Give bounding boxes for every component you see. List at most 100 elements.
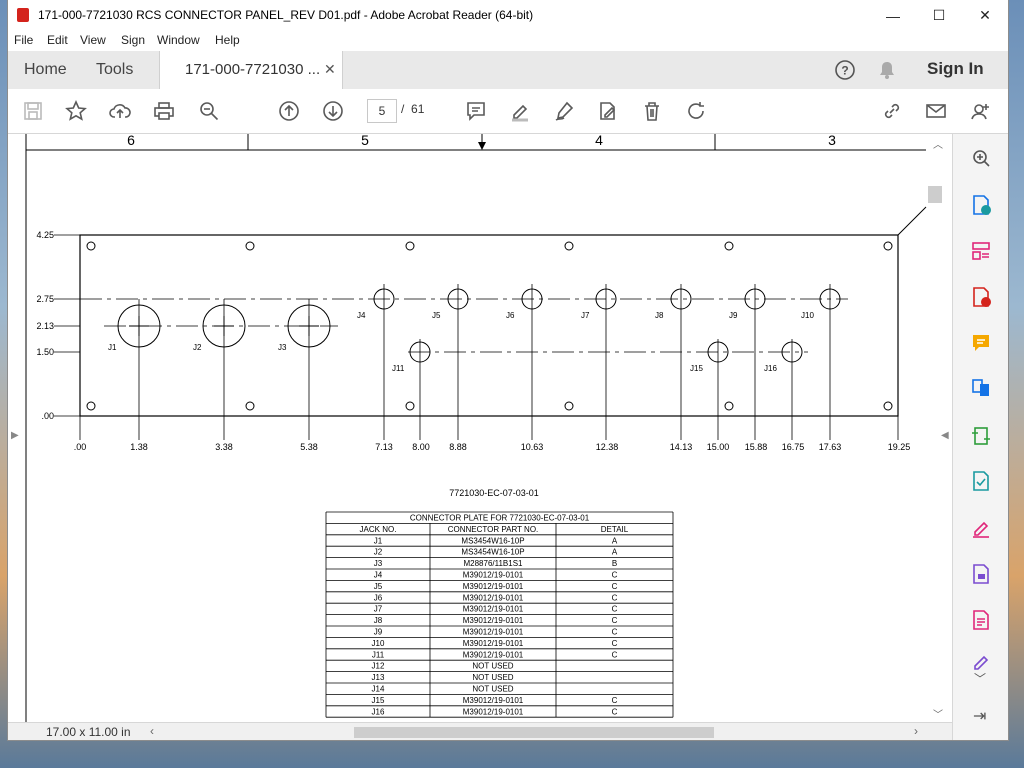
table-cell: M39012/19-0101 [463, 593, 524, 602]
document-view[interactable]: 6 5 4 3 4.25 2.75 2.13 1.50 .00 J1 J2 J3… [8, 134, 952, 722]
status-bar: 17.00 x 11.00 in ‹ › [8, 722, 952, 740]
add-user-icon[interactable] [966, 97, 994, 125]
minimize-button[interactable]: — [870, 0, 916, 31]
fill-sign-icon[interactable] [969, 516, 993, 540]
table-header: CONNECTOR PART NO. [448, 525, 539, 534]
menu-file[interactable]: File [14, 33, 33, 47]
collapse-pane-icon[interactable]: ◀ [941, 430, 949, 441]
tools-pane: ◀ ﹀ ⇥ [941, 134, 1008, 740]
rotate-icon[interactable] [682, 97, 710, 125]
mounting-holes [86, 241, 893, 411]
tab-bar: Home Tools 171-000-7721030 ... ✕ ? Sign … [8, 51, 1008, 90]
prepare-form-icon[interactable] [969, 608, 993, 632]
collapse-right-pane-icon[interactable]: ⇥ [973, 706, 986, 726]
zoom-search-icon[interactable] [195, 97, 223, 125]
x-dimension: 8.88 [449, 442, 467, 452]
table-cell: J5 [374, 582, 383, 591]
title-bar: 171-000-7721030 RCS CONNECTOR PANEL_REV … [8, 0, 1008, 31]
x-dimension: 14.13 [670, 442, 693, 452]
page-number-input[interactable]: 5 [367, 99, 397, 123]
x-dimension: 12.38 [596, 442, 619, 452]
previous-page-icon[interactable] [275, 97, 303, 125]
jack-label: J10 [801, 311, 814, 320]
notifications-bell-icon[interactable] [876, 59, 898, 81]
cloud-upload-icon[interactable] [106, 97, 134, 125]
scroll-left-arrow[interactable]: ‹ [150, 724, 154, 738]
y-dimension: 4.25 [36, 230, 54, 240]
table-cell: MS3454W16-10P [461, 548, 524, 557]
organize-pages-icon[interactable] [969, 239, 993, 263]
table-cell: M39012/19-0101 [463, 616, 524, 625]
jack-label: J9 [729, 311, 738, 320]
y-dimension: 2.13 [36, 321, 54, 331]
help-icon[interactable]: ? [834, 59, 856, 81]
sign-in-button[interactable]: Sign In [927, 59, 984, 79]
scroll-down-arrow[interactable]: ﹀ [933, 709, 943, 721]
save-icon[interactable] [19, 97, 47, 125]
menu-help[interactable]: Help [215, 33, 240, 47]
main-toolbar: 5 / 61 [8, 89, 1008, 134]
jack-label: J4 [357, 311, 366, 320]
export-pdf-icon[interactable] [969, 193, 993, 217]
table-cell: M39012/19-0101 [463, 650, 524, 659]
menu-window[interactable]: Window [157, 33, 200, 47]
edit-pdf-tool-icon[interactable] [969, 469, 993, 493]
tab-home[interactable]: Home [24, 51, 67, 89]
comment-tool-icon[interactable] [969, 331, 993, 355]
expand-tools-icon[interactable]: ﹀ [974, 670, 986, 687]
zoom-tool-icon[interactable] [969, 146, 993, 170]
jack-label: J2 [193, 343, 202, 352]
x-dimension: 17.63 [819, 442, 842, 452]
coax-connectors [373, 288, 841, 363]
x-dimension: 5.38 [300, 442, 318, 452]
maximize-button[interactable]: ☐ [916, 0, 962, 31]
table-cell: J2 [374, 548, 383, 557]
scroll-right-arrow[interactable]: › [914, 724, 918, 738]
table-cell: NOT USED [472, 662, 513, 671]
table-header: DETAIL [601, 525, 629, 534]
table-cell: A [612, 548, 618, 557]
jack-label: J7 [581, 311, 590, 320]
bookmark-star-icon[interactable] [62, 97, 90, 125]
x-dimension: 15.88 [745, 442, 768, 452]
close-window-button[interactable]: ✕ [962, 0, 1008, 31]
table-cell: J10 [372, 639, 385, 648]
table-cell: J12 [372, 662, 385, 671]
protect-pdf-icon[interactable] [969, 562, 993, 586]
table-cell: C [612, 616, 618, 625]
x-dimension: 7.13 [375, 442, 393, 452]
vertical-scrollbar-thumb[interactable] [928, 186, 942, 203]
tab-tools[interactable]: Tools [96, 51, 133, 89]
create-pdf-icon[interactable] [969, 285, 993, 309]
scroll-up-arrow[interactable]: ︿ [933, 140, 943, 151]
table-cell: C [612, 628, 618, 637]
page-total-label: / 61 [401, 102, 425, 116]
table-cell: J9 [374, 628, 383, 637]
print-icon[interactable] [150, 97, 178, 125]
y-dimension: 1.50 [36, 347, 54, 357]
svg-text:?: ? [841, 64, 848, 78]
next-page-icon[interactable] [319, 97, 347, 125]
menu-sign[interactable]: Sign [121, 33, 145, 47]
table-cell: MS3454W16-10P [461, 536, 524, 545]
delete-trash-icon[interactable] [638, 97, 666, 125]
edit-pdf-icon[interactable] [594, 97, 622, 125]
combine-files-icon[interactable] [969, 376, 993, 400]
menu-edit[interactable]: Edit [47, 33, 68, 47]
x-dimension: .00 [74, 442, 87, 452]
menu-view[interactable]: View [80, 33, 106, 47]
email-icon[interactable] [922, 97, 950, 125]
table-cell: B [612, 559, 617, 568]
table-cell: C [612, 593, 618, 602]
table-cell: M39012/19-0101 [463, 628, 524, 637]
tab-document[interactable]: 171-000-7721030 ... ✕ [159, 51, 343, 90]
compress-pdf-icon[interactable] [969, 424, 993, 448]
close-tab-icon[interactable]: ✕ [324, 61, 336, 78]
highlight-pen-icon[interactable] [506, 97, 534, 125]
horizontal-scrollbar-thumb[interactable] [354, 727, 714, 738]
table-cell: NOT USED [472, 685, 513, 694]
comment-icon[interactable] [462, 97, 490, 125]
left-panel-toggle-icon[interactable]: ▶ [11, 430, 19, 441]
draw-freeform-icon[interactable] [550, 97, 578, 125]
share-link-icon[interactable] [878, 97, 906, 125]
